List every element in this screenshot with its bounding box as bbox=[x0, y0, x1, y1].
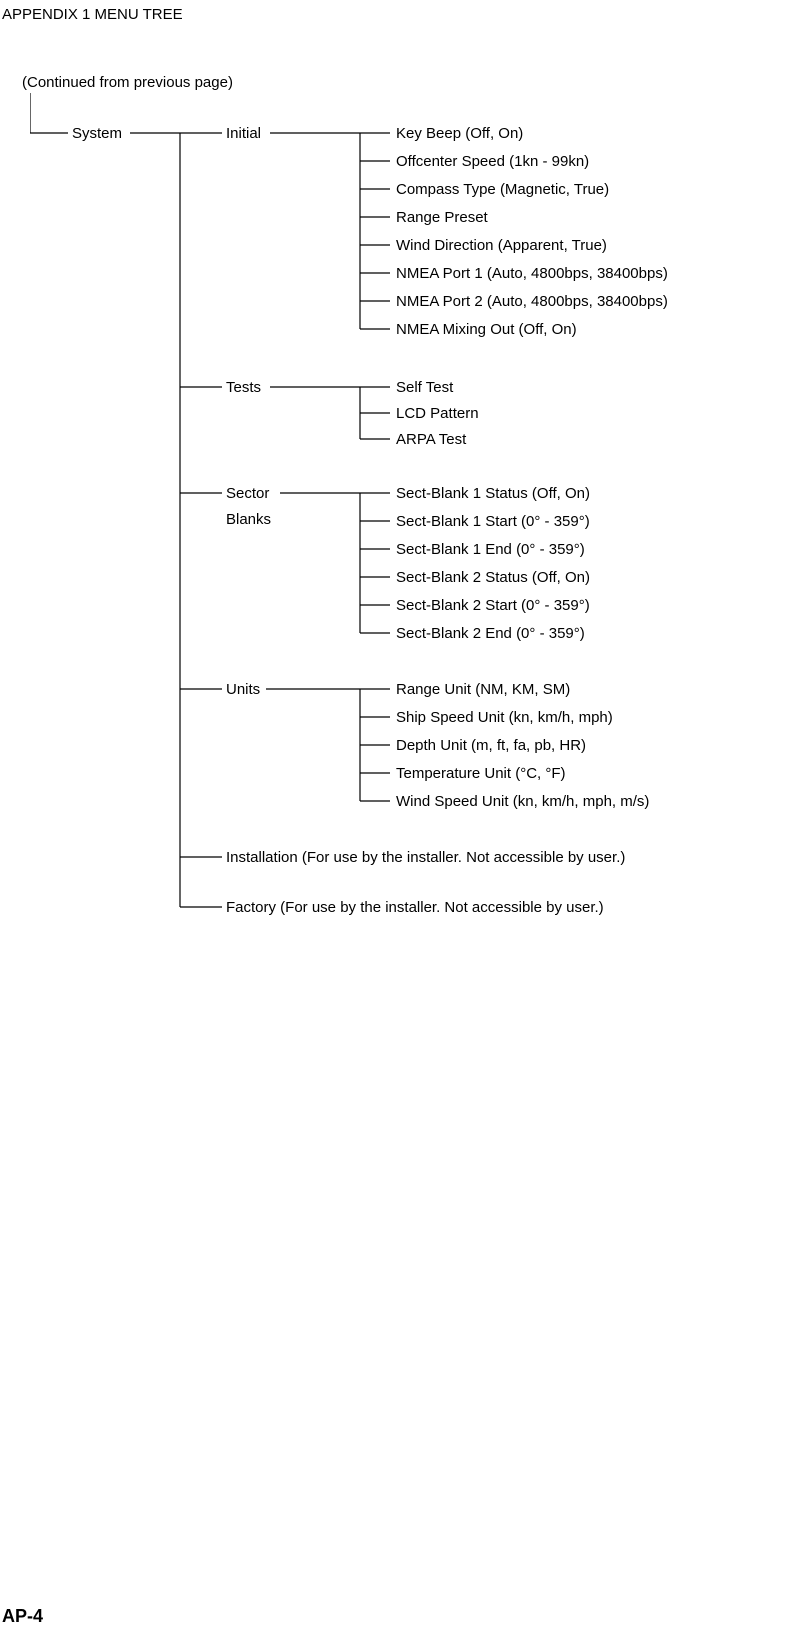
leaf-range-preset: Range Preset bbox=[396, 209, 488, 226]
leaf-self-test: Self Test bbox=[396, 379, 453, 396]
page-number: AP-4 bbox=[2, 1606, 43, 1627]
leaf-range-unit: Range Unit (NM, KM, SM) bbox=[396, 681, 570, 698]
leaf-nmea-mixing-out: NMEA Mixing Out (Off, On) bbox=[396, 321, 577, 338]
leaf-wind-direction: Wind Direction (Apparent, True) bbox=[396, 237, 607, 254]
continued-note: (Continued from previous page) bbox=[22, 74, 233, 91]
menu-system: System bbox=[72, 125, 122, 142]
page-header: APPENDIX 1 MENU TREE bbox=[2, 6, 183, 23]
leaf-compass-type: Compass Type (Magnetic, True) bbox=[396, 181, 609, 198]
leaf-lcd-pattern: LCD Pattern bbox=[396, 405, 479, 422]
menu-units: Units bbox=[226, 681, 260, 698]
leaf-arpa-test: ARPA Test bbox=[396, 431, 466, 448]
leaf-nmea-port-1: NMEA Port 1 (Auto, 4800bps, 38400bps) bbox=[396, 265, 668, 282]
leaf-sect-blank-2-status: Sect-Blank 2 Status (Off, On) bbox=[396, 569, 590, 586]
menu-blanks: Blanks bbox=[226, 511, 271, 528]
leaf-depth-unit: Depth Unit (m, ft, fa, pb, HR) bbox=[396, 737, 586, 754]
leaf-offcenter-speed: Offcenter Speed (1kn - 99kn) bbox=[396, 153, 589, 170]
leaf-sect-blank-1-start: Sect-Blank 1 Start (0° - 359°) bbox=[396, 513, 590, 530]
leaf-sect-blank-2-start: Sect-Blank 2 Start (0° - 359°) bbox=[396, 597, 590, 614]
leaf-key-beep: Key Beep (Off, On) bbox=[396, 125, 523, 142]
leaf-sect-blank-2-end: Sect-Blank 2 End (0° - 359°) bbox=[396, 625, 585, 642]
menu-initial: Initial bbox=[226, 125, 261, 142]
leaf-sect-blank-1-status: Sect-Blank 1 Status (Off, On) bbox=[396, 485, 590, 502]
leaf-sect-blank-1-end: Sect-Blank 1 End (0° - 359°) bbox=[396, 541, 585, 558]
menu-tree-diagram: System Initial Tests Sector Blanks Units… bbox=[30, 93, 790, 943]
menu-installation: Installation (For use by the installer. … bbox=[226, 849, 625, 866]
menu-factory: Factory (For use by the installer. Not a… bbox=[226, 899, 604, 916]
menu-tests: Tests bbox=[226, 379, 261, 396]
leaf-ship-speed-unit: Ship Speed Unit (kn, km/h, mph) bbox=[396, 709, 613, 726]
leaf-temperature-unit: Temperature Unit (°C, °F) bbox=[396, 765, 566, 782]
leaf-nmea-port-2: NMEA Port 2 (Auto, 4800bps, 38400bps) bbox=[396, 293, 668, 310]
leaf-wind-speed-unit: Wind Speed Unit (kn, km/h, mph, m/s) bbox=[396, 793, 649, 810]
menu-sector: Sector bbox=[226, 485, 269, 502]
